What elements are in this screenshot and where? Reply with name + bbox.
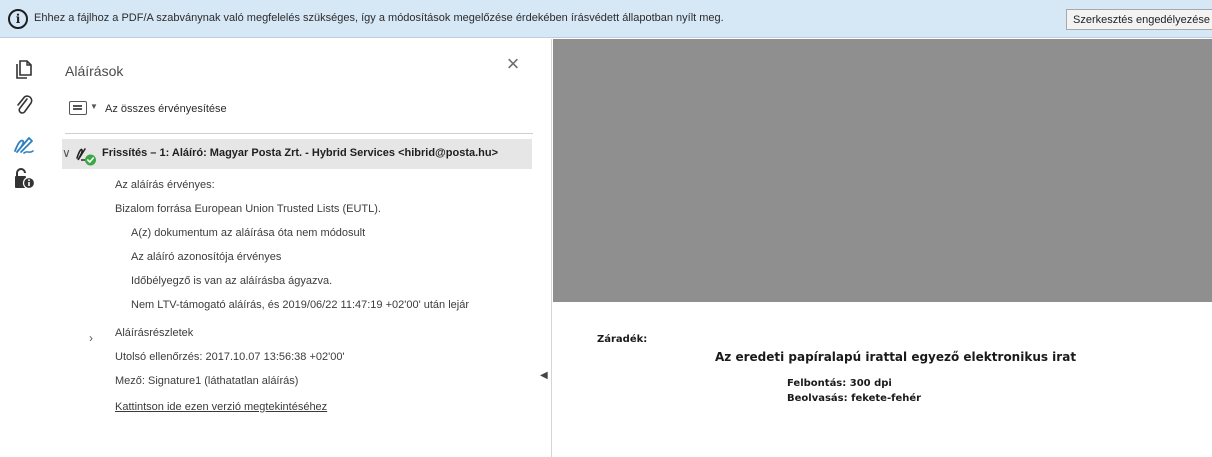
attachments-icon[interactable] [12, 93, 36, 117]
signature-details-toggle[interactable]: Aláírásrészletek [115, 327, 193, 339]
pages-icon[interactable] [12, 57, 36, 81]
last-checked-text: Utolsó ellenőrzés: 2017.10.07 13:56:38 +… [115, 351, 345, 363]
signature-entry[interactable]: ∨ Frissítés – 1: Aláíró: Magyar Posta Zr… [62, 139, 532, 169]
list-options-icon [69, 101, 87, 115]
close-icon[interactable]: × [503, 53, 523, 75]
enable-editing-button[interactable]: Szerkesztés engedélyezése [1066, 9, 1212, 30]
collapse-panel-icon[interactable]: ◀ [540, 370, 548, 381]
panel-title: Aláírások [65, 63, 124, 79]
document-page: Záradék: Az eredeti papíralapú irattal e… [553, 302, 1212, 457]
chevron-down-icon[interactable]: ∨ [62, 146, 71, 160]
signature-detail: Az aláíró azonosítója érvényes [131, 251, 282, 263]
document-canvas [553, 39, 1212, 302]
validate-all-button[interactable]: ▼ Az összes érvényesítése [65, 97, 525, 121]
chevron-right-icon[interactable]: › [89, 331, 93, 345]
info-icon: i [8, 9, 28, 29]
clause-label: Záradék: [597, 334, 648, 345]
document-heading: Az eredeti papíralapú irattal egyező ele… [715, 350, 1077, 364]
signature-field-text: Mező: Signature1 (láthatatlan aláírás) [115, 375, 299, 387]
security-icon[interactable] [12, 167, 36, 191]
signature-detail: Az aláírás érvényes: [115, 179, 215, 191]
signature-valid-icon [75, 143, 99, 167]
signatures-panel: Aláírások × ▼ Az összes érvényesítése ∨ … [49, 39, 552, 457]
view-version-link[interactable]: Kattintson ide ezen verzió megtekintéséh… [115, 401, 327, 413]
signature-detail: Nem LTV-támogató aláírás, és 2019/06/22 … [131, 299, 469, 311]
signatures-icon[interactable] [12, 133, 36, 157]
scan-mode-text: Beolvasás: fekete-fehér [787, 393, 922, 404]
divider [65, 133, 533, 134]
validate-all-label: Az összes érvényesítése [105, 103, 227, 115]
signature-detail: Időbélyegző is van az aláírásba ágyazva. [131, 275, 333, 287]
pdfa-info-bar: i Ehhez a fájlhoz a PDF/A szabványnak va… [0, 0, 1212, 38]
signature-title: Frissítés – 1: Aláíró: Magyar Posta Zrt.… [102, 147, 499, 159]
caret-down-icon: ▼ [90, 102, 98, 111]
signature-detail: A(z) dokumentum az aláírása óta nem módo… [131, 227, 366, 239]
navigation-rail [0, 39, 49, 457]
pdfa-info-message: Ehhez a fájlhoz a PDF/A szabványnak való… [34, 12, 724, 24]
resolution-text: Felbontás: 300 dpi [787, 378, 892, 389]
signature-detail: Bizalom forrása European Union Trusted L… [115, 203, 381, 215]
